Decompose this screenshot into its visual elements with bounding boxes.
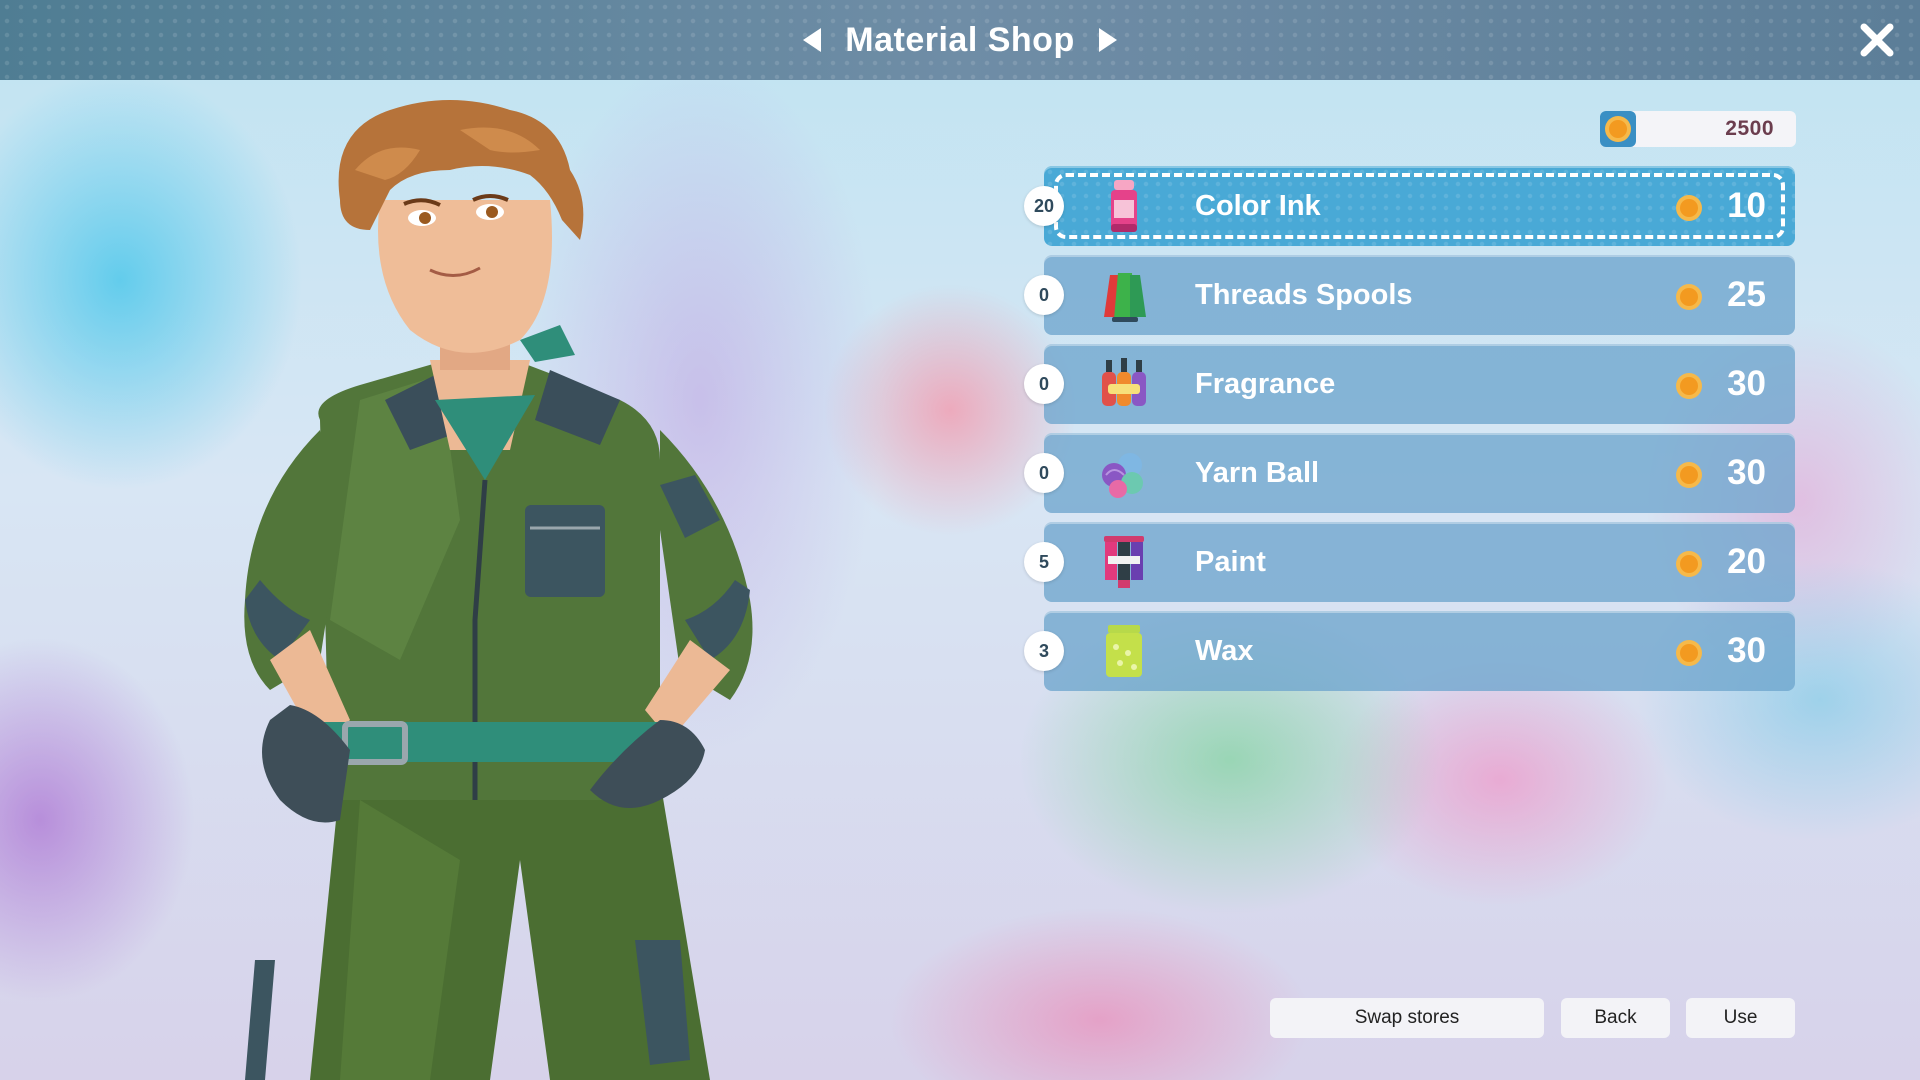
item-price: 20 <box>1727 542 1766 581</box>
coin-balance: 2500 <box>1600 111 1796 147</box>
coin-balance-value: 2500 <box>1725 117 1774 140</box>
prev-shop-arrow-icon[interactable] <box>801 26 823 54</box>
top-bar: Material Shop <box>0 0 1920 80</box>
owned-quantity-badge: 3 <box>1024 631 1064 671</box>
item-name: Threads Spools <box>1195 278 1413 311</box>
coin-icon <box>1676 462 1702 488</box>
item-name: Yarn Ball <box>1195 456 1320 489</box>
item-name: Color Ink <box>1195 189 1321 222</box>
yarn-ball-icon <box>1102 453 1143 498</box>
item-name: Paint <box>1195 545 1266 578</box>
owned-quantity-badge: 0 <box>1024 364 1064 404</box>
close-icon[interactable] <box>1856 19 1898 61</box>
use-button[interactable]: Use <box>1686 998 1795 1038</box>
coin-icon <box>1676 551 1702 577</box>
back-button[interactable]: Back <box>1561 998 1670 1038</box>
owned-quantity-badge: 0 <box>1024 275 1064 315</box>
owned-quantity-badge: 20 <box>1024 186 1064 226</box>
coin-icon <box>1676 284 1702 310</box>
item-price: 10 <box>1727 186 1766 225</box>
item-price: 30 <box>1727 453 1766 492</box>
character-portrait <box>244 100 753 1080</box>
thread-spools-icon <box>1104 273 1146 322</box>
item-price: 30 <box>1727 631 1766 670</box>
shop-item-yarn-ball[interactable]: 0 Yarn Ball 30 <box>1024 433 1796 513</box>
title-group: Material Shop <box>801 21 1118 60</box>
fragrance-bottles-icon <box>1102 358 1146 406</box>
shop-item-threads-spools[interactable]: 0 Threads Spools 25 <box>1024 255 1796 335</box>
next-shop-arrow-icon[interactable] <box>1097 26 1119 54</box>
owned-quantity-badge: 0 <box>1024 453 1064 493</box>
shop-item-color-ink[interactable]: 20 Color Ink 10 <box>1024 166 1796 246</box>
coin-icon <box>1676 373 1702 399</box>
owned-quantity-badge: 5 <box>1024 542 1064 582</box>
paint-tubes-icon <box>1104 536 1144 588</box>
page-title: Material Shop <box>845 20 1075 59</box>
item-price: 30 <box>1727 364 1766 403</box>
item-name: Wax <box>1195 634 1254 667</box>
coin-icon <box>1600 111 1636 152</box>
color-ink-bottle-icon <box>1111 180 1137 232</box>
item-name: Fragrance <box>1195 367 1336 400</box>
shop-item-wax[interactable]: 3 Wax 30 <box>1024 611 1796 691</box>
shop-item-fragrance[interactable]: 0 Fragrance 30 <box>1024 344 1796 424</box>
shop-item-paint[interactable]: 5 Paint 20 <box>1024 522 1796 602</box>
item-price: 25 <box>1727 275 1766 314</box>
swap-stores-button[interactable]: Swap stores <box>1270 998 1544 1038</box>
shop-item-list: 20 Color Ink 10 0 Threads Spools 25 0 Fr… <box>1024 166 1796 700</box>
coin-icon <box>1676 640 1702 666</box>
coin-icon <box>1676 195 1702 221</box>
wax-jar-icon <box>1106 625 1142 677</box>
